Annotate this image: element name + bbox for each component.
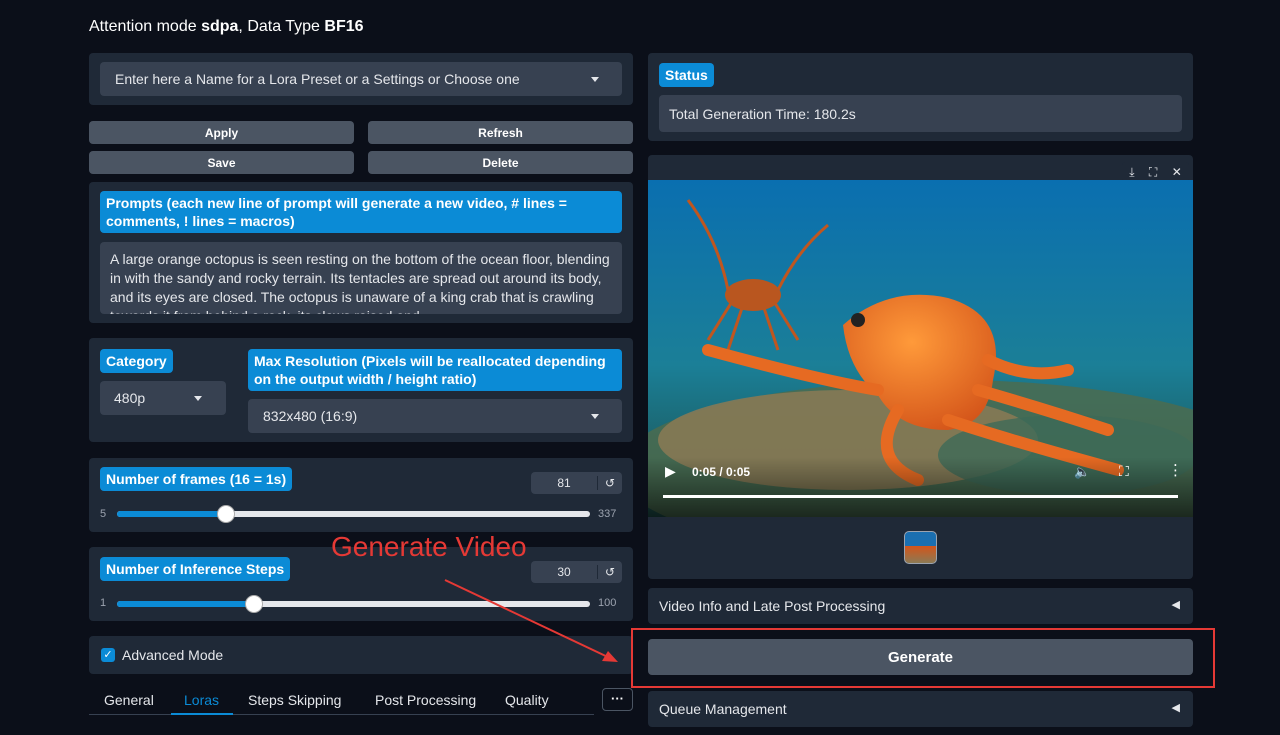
tab-general[interactable]: General [104,692,154,708]
frames-value: 81 [557,476,571,490]
play-icon[interactable]: ▶ [665,463,676,480]
steps-label: Number of Inference Steps [100,557,291,581]
header-prefix: Attention mode [89,18,202,35]
delete-button[interactable]: Delete [368,151,633,174]
refresh-button[interactable]: Refresh [368,121,633,144]
chevron-down-icon [591,414,599,419]
video-player[interactable]: ▶ 0:05 / 0:05 🔈 ⛶ ⋮ [648,180,1193,517]
prompts-textarea[interactable]: A large orange octopus is seen resting o… [100,242,622,314]
steps-slider-fill [117,601,254,607]
fullscreen-icon[interactable]: ⛶ [1119,463,1129,480]
header-middle: , Data Type [238,18,325,35]
video-progress-bar[interactable] [663,495,1178,498]
tab-quality[interactable]: Quality [505,692,549,708]
prompts-text: A large orange octopus is seen resting o… [110,251,610,314]
annotation-text: Generate Video [331,531,527,562]
frames-min: 5 [100,508,107,520]
category-dropdown[interactable]: 480p [100,381,226,415]
advanced-mode-checkbox[interactable]: ✓ [101,648,115,662]
video-time: 0:05 / 0:05 [692,465,751,479]
resolution-dropdown[interactable]: 832x480 (16:9) [248,399,622,433]
collapse-icon: ◀ [1171,599,1180,611]
advanced-mode-label: Advanced Mode [122,647,224,663]
frames-slider[interactable] [117,505,590,523]
video-info-accordion[interactable]: Video Info and Late Post Processing ◀ [648,588,1193,624]
status-textbox: Total Generation Time: 180.2s [659,95,1182,132]
frames-number-input[interactable]: 81 ↺ [531,472,622,494]
more-icon: ··· [611,691,624,706]
frames-max: 337 [598,508,617,520]
frames-label: Number of frames (16 = 1s) [100,467,293,491]
tab-post-processing[interactable]: Post Processing [375,692,476,708]
fullscreen-icon[interactable]: ⛶ [1149,165,1157,180]
save-button[interactable]: Save [89,151,354,174]
video-info-label: Video Info and Late Post Processing [659,598,886,614]
queue-label: Queue Management [659,701,787,717]
steps-slider-handle[interactable] [245,595,263,613]
apply-button[interactable]: Apply [89,121,354,144]
category-value: 480p [114,390,146,406]
prompts-label: Prompts (each new line of prompt will ge… [100,191,622,233]
preset-dropdown[interactable]: Enter here a Name for a Lora Preset or a… [100,62,622,96]
steps-min: 1 [100,597,107,609]
tab-loras[interactable]: Loras [184,692,219,708]
video-toolbar: ⤓ ⛶ ✕ [1122,162,1189,182]
active-tab-indicator [171,713,233,715]
tabs-more-button[interactable]: ··· [602,688,633,711]
data-type: BF16 [324,18,364,35]
more-icon[interactable]: ⋮ [1168,461,1183,479]
status-label: Status [659,63,714,87]
download-icon[interactable]: ⤓ [1129,165,1134,180]
preset-placeholder: Enter here a Name for a Lora Preset or a… [115,71,520,87]
tab-steps-skipping[interactable]: Steps Skipping [248,692,341,708]
category-label: Category [100,349,173,373]
max-resolution-label: Max Resolution (Pixels will be reallocat… [248,349,622,391]
attention-mode: sdpa [201,18,239,35]
resolution-value: 832x480 (16:9) [263,408,358,424]
close-icon[interactable]: ✕ [1172,165,1182,179]
queue-accordion[interactable]: Queue Management ◀ [648,691,1193,727]
check-icon: ✓ [103,649,113,661]
chevron-down-icon [591,77,599,82]
reset-icon[interactable]: ↺ [597,476,622,490]
collapse-icon: ◀ [1171,702,1180,714]
frames-slider-handle[interactable] [217,505,235,523]
video-thumbnail[interactable] [904,531,937,564]
annotation-highlight-box [631,628,1215,688]
volume-icon[interactable]: 🔈 [1074,464,1090,480]
frames-slider-fill [117,511,226,517]
header-line: Attention mode sdpa, Data Type BF16 [89,18,364,36]
annotation-arrow [444,579,618,662]
status-text: Total Generation Time: 180.2s [669,105,856,122]
chevron-down-icon [194,396,202,401]
